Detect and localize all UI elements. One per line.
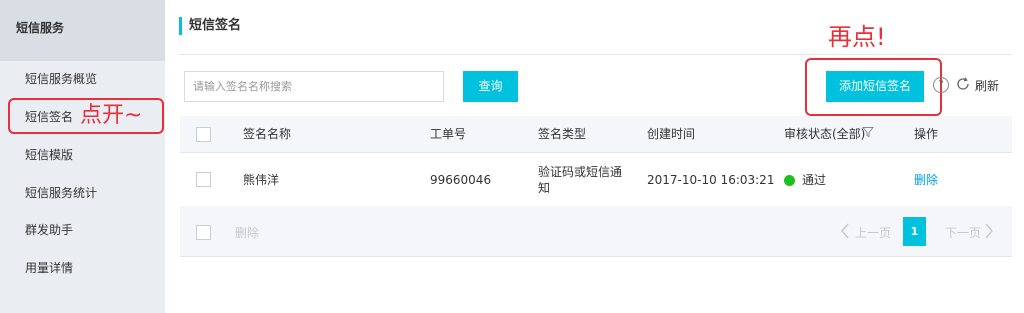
annotation-box-add [805, 58, 942, 116]
sidebar-item-bulk-helper[interactable]: 群发助手 [25, 222, 73, 238]
cell-signature-type-line1: 验证码或短信通 [538, 165, 623, 179]
sidebar: 短信服务 短信服务概览 短信签名 短信模版 短信服务统计 群发助手 用量详情 [0, 0, 165, 313]
refresh-button[interactable]: 刷新 [975, 79, 999, 93]
table-header [180, 116, 1012, 153]
refresh-icon[interactable] [955, 76, 971, 92]
chevron-left-icon [841, 223, 849, 239]
help-icon[interactable]: ? [933, 77, 949, 93]
delete-link[interactable]: 删除 [914, 173, 938, 188]
sidebar-item-statistics[interactable]: 短信服务统计 [25, 185, 97, 201]
page-number-current[interactable]: 1 [903, 217, 926, 246]
cell-order-number: 99660046 [430, 173, 492, 187]
cell-status: 通过 [802, 173, 827, 187]
filter-icon[interactable] [862, 126, 874, 138]
column-header-name: 签名名称 [243, 127, 292, 141]
status-dot-icon [784, 175, 795, 186]
annotation-text-add: 再点! [828, 23, 886, 51]
column-header-order: 工单号 [430, 127, 467, 141]
cell-created-time: 2017-10-10 16:03:21 [647, 173, 775, 187]
title-divider [179, 54, 1012, 55]
cell-signature-type-line2: 知 [538, 181, 551, 195]
column-header-status[interactable]: 审核状态(全部) [784, 127, 865, 141]
cell-signature-name: 熊伟洋 [243, 173, 280, 187]
row-checkbox[interactable] [196, 172, 211, 187]
column-header-type: 签名类型 [538, 127, 587, 141]
title-accent-bar [179, 17, 182, 35]
page-title: 短信签名 [189, 18, 242, 33]
query-button[interactable]: 查询 [463, 71, 518, 102]
footer-select-all-checkbox[interactable] [196, 225, 211, 240]
annotation-text-sidebar: 点开~ [80, 103, 143, 128]
column-header-action: 操作 [914, 127, 939, 141]
next-page-button[interactable]: 下一页 [945, 226, 981, 240]
sidebar-item-template[interactable]: 短信模版 [25, 147, 73, 163]
select-all-checkbox[interactable] [196, 127, 211, 142]
batch-delete-button[interactable]: 删除 [235, 226, 259, 240]
column-header-created: 创建时间 [647, 127, 696, 141]
chevron-right-icon [985, 223, 993, 239]
sidebar-item-overview[interactable]: 短信服务概览 [25, 71, 97, 87]
search-input[interactable]: 请输入签名名称搜索 [184, 71, 444, 102]
prev-page-button[interactable]: 上一页 [855, 226, 891, 240]
sidebar-item-usage[interactable]: 用量详情 [25, 260, 73, 276]
sidebar-header: 短信服务 [0, 0, 165, 61]
